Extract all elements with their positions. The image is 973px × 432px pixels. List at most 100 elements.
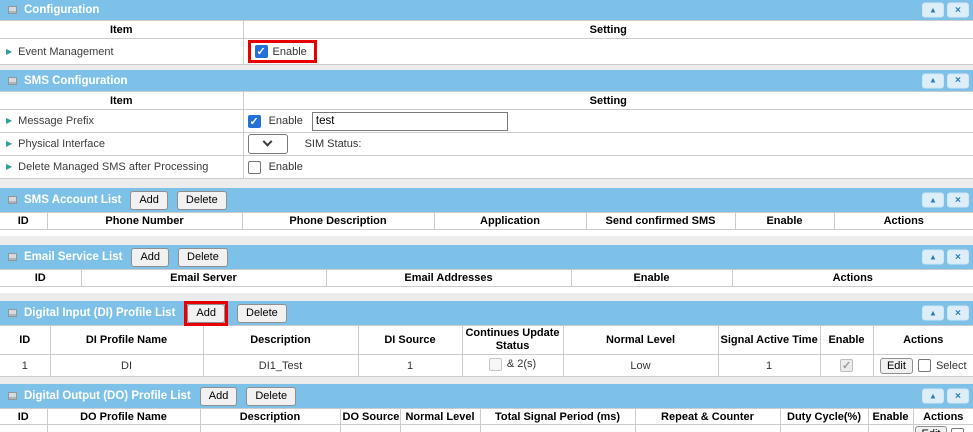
configuration-table: Item Setting ▶Event Management Enable xyxy=(0,20,973,65)
column-header: Email Addresses xyxy=(326,270,571,287)
delete-button[interactable]: Delete xyxy=(246,387,296,406)
di-description: DI1_Test xyxy=(203,355,358,377)
table-row: ▶Message Prefix Enable xyxy=(0,110,973,133)
add-button[interactable]: Add xyxy=(187,304,225,323)
di-id: 1 xyxy=(0,355,50,377)
column-header: Normal Level xyxy=(400,409,480,425)
window-controls: ▲ ✕ xyxy=(922,73,969,88)
column-header: ID xyxy=(0,409,47,425)
delete-button[interactable]: Delete xyxy=(178,248,228,267)
do-total-signal-period: 10000 xyxy=(480,425,635,432)
do-description: FANONOFF xyxy=(200,425,340,432)
close-icon[interactable]: ✕ xyxy=(947,73,969,88)
message-prefix-input[interactable] xyxy=(312,112,508,131)
column-header: Total Signal Period (ms) xyxy=(480,409,635,425)
enable-label: Enable xyxy=(269,115,303,127)
edit-button[interactable]: Edit xyxy=(880,358,913,374)
delete-managed-sms-enable-checkbox[interactable] xyxy=(248,161,261,174)
column-header: Actions xyxy=(732,270,973,287)
email-service-list-section: Email Service List Add Delete ▲ ✕ ID Ema… xyxy=(0,245,973,293)
physical-interface-select[interactable] xyxy=(248,134,288,154)
add-button[interactable]: Add xyxy=(130,191,168,210)
table-row: ▶Event Management Enable xyxy=(0,39,973,65)
column-header: DO Source xyxy=(340,409,400,425)
message-prefix-enable-checkbox[interactable] xyxy=(248,115,261,128)
close-icon[interactable]: ✕ xyxy=(947,193,969,208)
di-normal-level: Low xyxy=(563,355,718,377)
event-management-enable-checkbox[interactable] xyxy=(255,45,268,58)
column-header: ID xyxy=(0,326,50,355)
enable-label: Enable xyxy=(273,46,307,58)
do-profile-list-header: Digital Output (DO) Profile List Add Del… xyxy=(0,384,973,408)
sms-configuration-header: SMS Configuration ▲ ✕ xyxy=(0,70,973,91)
do-profile-name: FAN xyxy=(47,425,200,432)
select-checkbox[interactable] xyxy=(951,428,964,432)
highlight-box: Enable xyxy=(248,40,317,63)
collapse-icon[interactable]: ▲ xyxy=(922,389,944,404)
column-header: Email Server xyxy=(81,270,326,287)
delete-button[interactable]: Delete xyxy=(177,191,227,210)
collapse-icon[interactable]: ▲ xyxy=(922,250,944,265)
add-button[interactable]: Add xyxy=(200,387,238,406)
di-signal-active-time: 1 xyxy=(718,355,820,377)
chevron-down-icon xyxy=(263,136,273,146)
column-header: ID xyxy=(0,270,81,287)
column-header-setting: Setting xyxy=(243,92,973,110)
continues-update-checkbox xyxy=(489,358,502,371)
close-icon[interactable]: ✕ xyxy=(947,250,969,265)
do-duty-cycle: 100 xyxy=(780,425,868,432)
collapse-icon[interactable]: ▲ xyxy=(922,3,944,18)
do-profile-list-section: Digital Output (DO) Profile List Add Del… xyxy=(0,384,973,432)
column-header: Repeat & Counter xyxy=(635,409,780,425)
column-header: Normal Level xyxy=(563,326,718,355)
column-header-item: Item xyxy=(0,21,243,39)
delete-button[interactable]: Delete xyxy=(237,304,287,323)
column-header: Continues Update Status xyxy=(462,326,563,355)
di-source: 1 xyxy=(358,355,462,377)
window-controls: ▲ ✕ xyxy=(922,250,969,265)
panel-icon xyxy=(8,253,17,261)
column-header-setting: Setting xyxy=(243,21,973,39)
panel-icon xyxy=(8,196,17,204)
section-title: SMS Configuration xyxy=(24,75,128,87)
select-checkbox[interactable] xyxy=(918,359,931,372)
collapse-icon[interactable]: ▲ xyxy=(922,193,944,208)
table-row: ▶ Delete Managed SMS after Processing Ena… xyxy=(0,156,973,179)
enable-label: Enable xyxy=(269,161,303,173)
panel-icon xyxy=(8,6,17,14)
column-header: Signal Active Time (s) xyxy=(718,326,820,355)
email-service-list-header: Email Service List Add Delete ▲ ✕ xyxy=(0,245,973,269)
do-normal-level: Low xyxy=(400,425,480,432)
window-controls: ▲ ✕ xyxy=(922,193,969,208)
close-icon[interactable]: ✕ xyxy=(947,3,969,18)
item-label: Physical Interface xyxy=(18,138,105,150)
column-header: Description xyxy=(200,409,340,425)
sms-account-table: ID Phone Number Phone Description Applic… xyxy=(0,212,973,230)
do-source: 1 xyxy=(340,425,400,432)
collapse-icon[interactable]: ▲ xyxy=(922,73,944,88)
column-header: Actions xyxy=(834,213,973,230)
panel-icon xyxy=(8,77,17,85)
column-header: Enable xyxy=(820,326,873,355)
di-profile-name: DI xyxy=(50,355,203,377)
panel-icon xyxy=(8,309,17,317)
section-title: Digital Input (DI) Profile List xyxy=(24,307,175,319)
collapse-icon[interactable]: ▲ xyxy=(922,306,944,321)
item-arrow-icon: ▶ xyxy=(6,162,12,171)
column-header: DI Source xyxy=(358,326,462,355)
di-enable-checkbox xyxy=(840,359,853,372)
item-label: Delete Managed SMS after Processing xyxy=(18,161,208,173)
column-header: Application xyxy=(434,213,586,230)
di-profile-list-section: Digital Input (DI) Profile List Add Dele… xyxy=(0,301,973,377)
section-title: SMS Account List xyxy=(24,194,121,206)
column-header: Enable xyxy=(868,409,913,425)
close-icon[interactable]: ✕ xyxy=(947,389,969,404)
panel-icon xyxy=(8,392,17,400)
close-icon[interactable]: ✕ xyxy=(947,306,969,321)
item-arrow-icon: ▶ xyxy=(6,116,12,125)
column-header: Duty Cycle(%) xyxy=(780,409,868,425)
continues-update-value: & 2(s) xyxy=(507,358,536,370)
add-button[interactable]: Add xyxy=(131,248,169,267)
column-header: DO Profile Name xyxy=(47,409,200,425)
edit-button[interactable]: Edit xyxy=(915,426,948,432)
